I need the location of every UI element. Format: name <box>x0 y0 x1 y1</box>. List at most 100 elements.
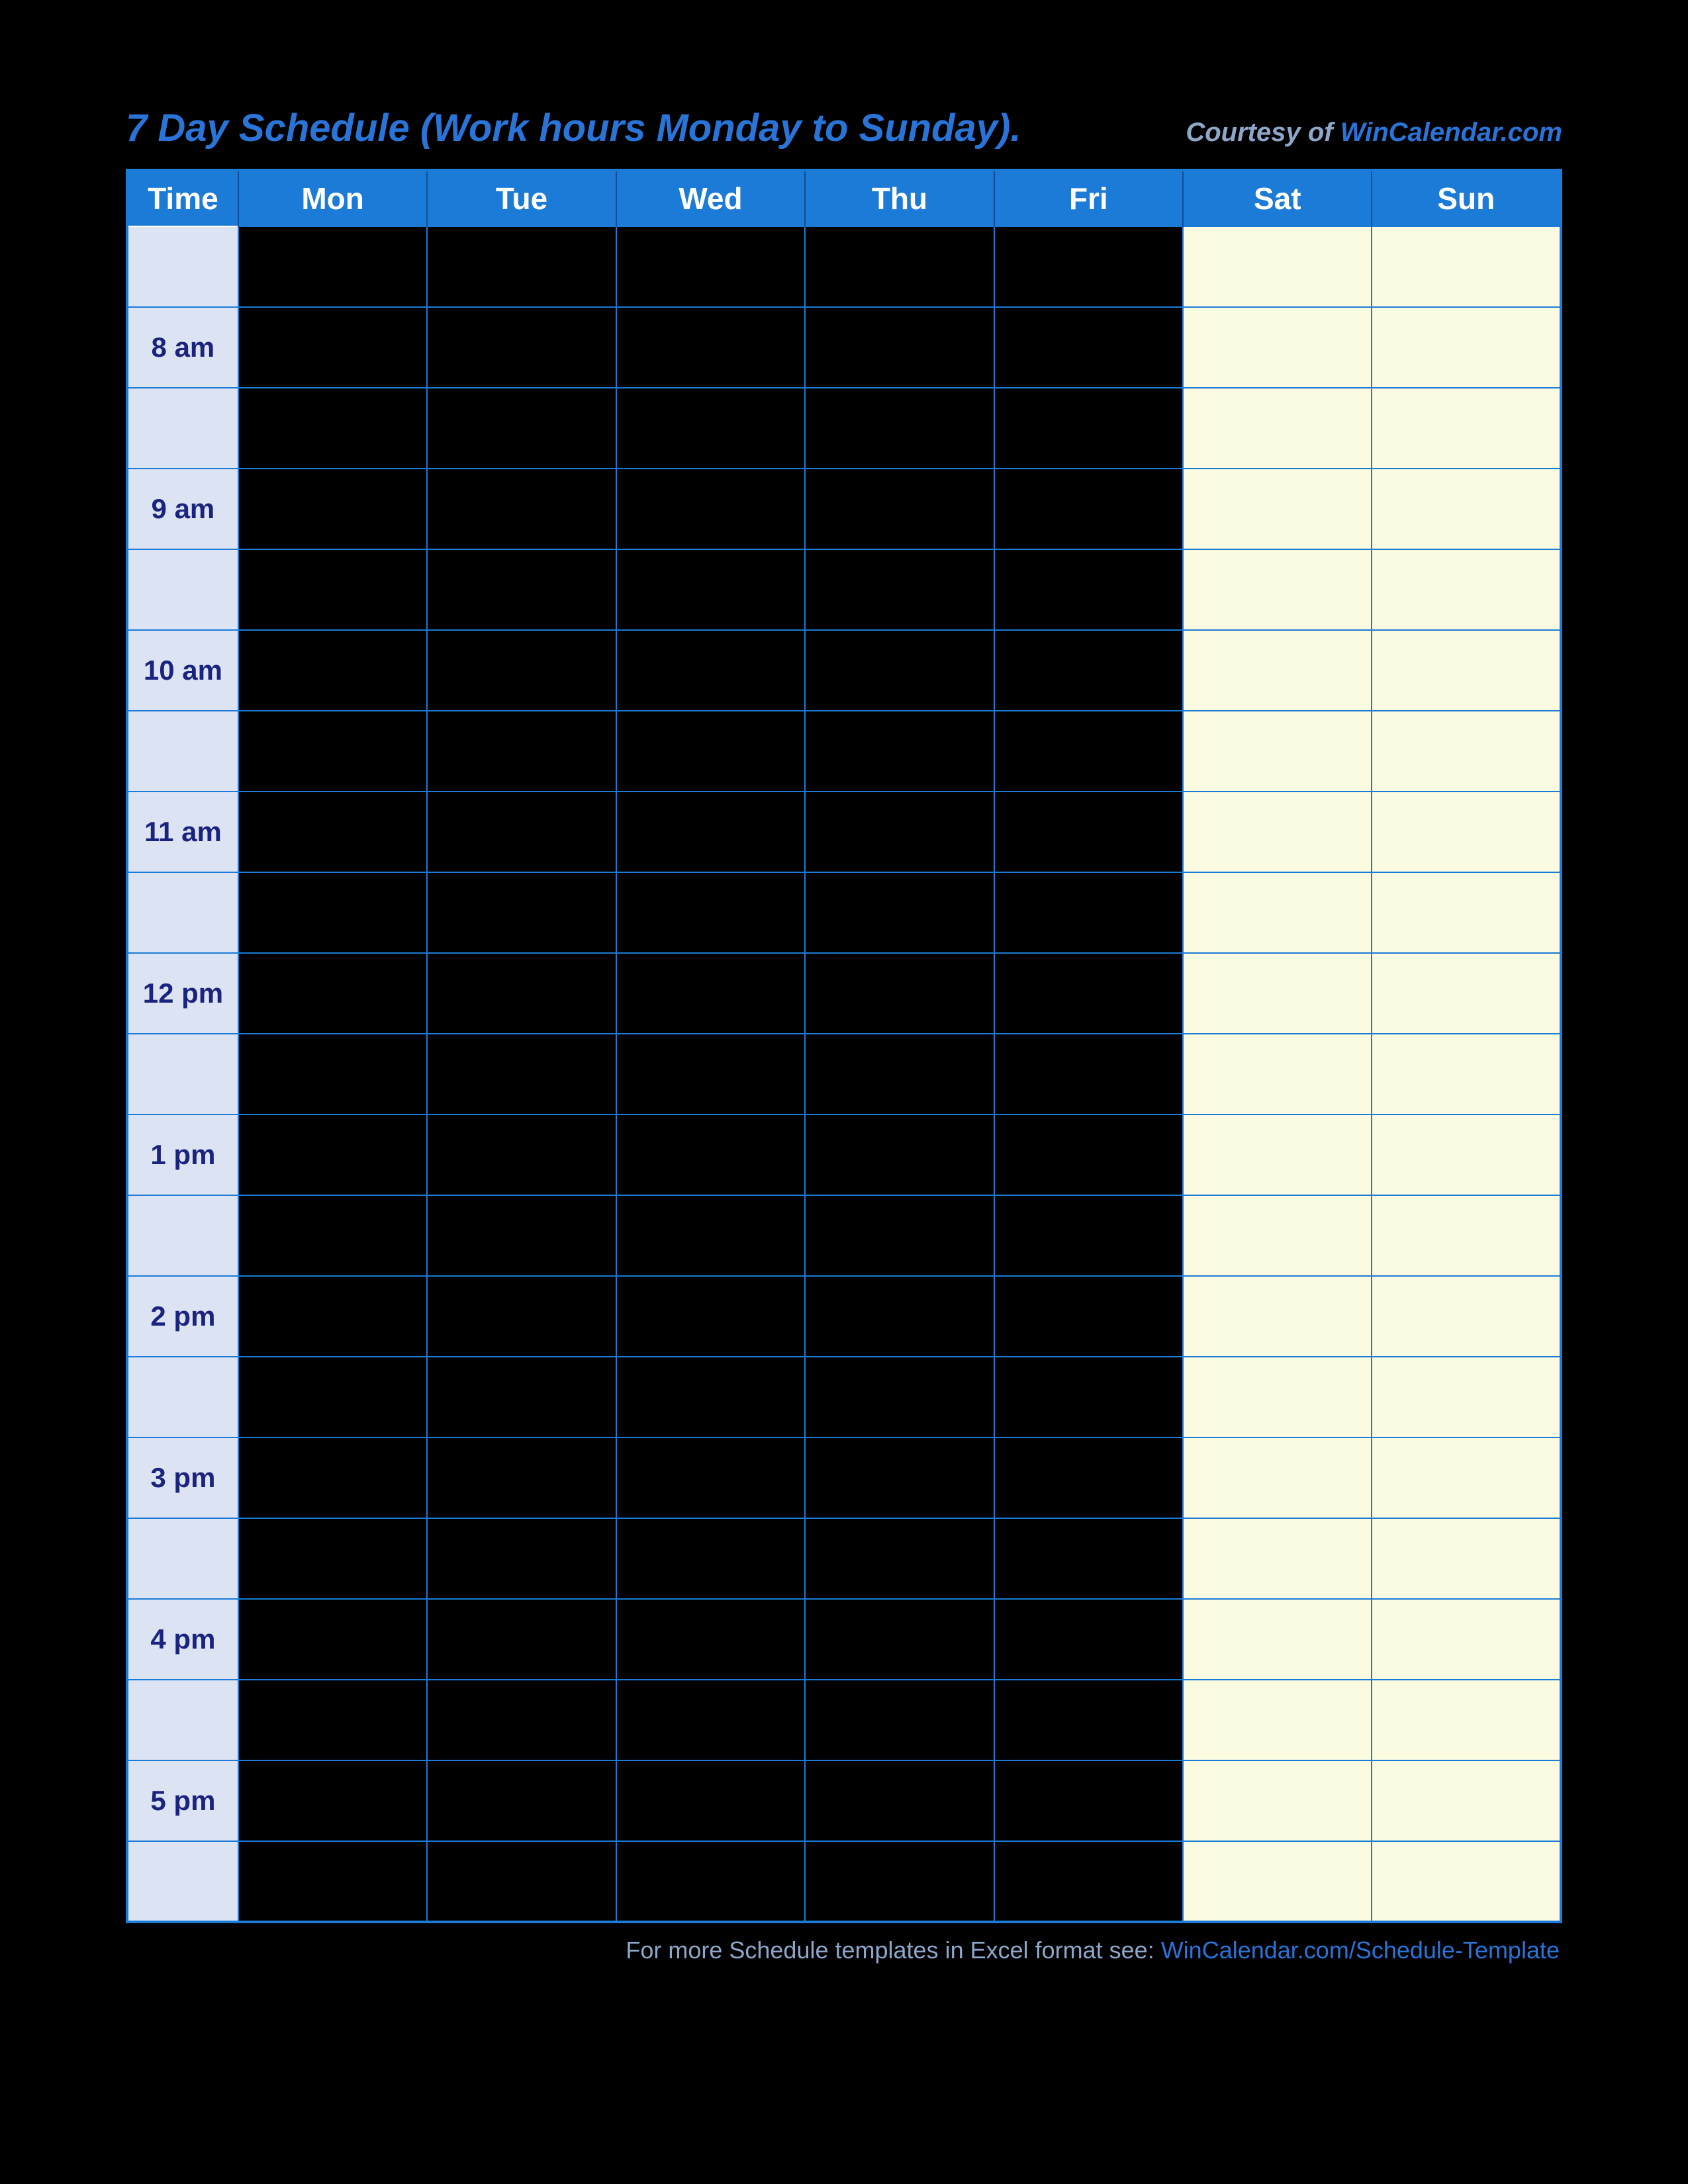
schedule-cell[interactable] <box>1183 1518 1372 1599</box>
schedule-cell[interactable] <box>994 1276 1183 1357</box>
schedule-cell[interactable] <box>994 630 1183 711</box>
schedule-cell[interactable] <box>616 711 805 792</box>
schedule-cell[interactable] <box>994 1437 1183 1518</box>
schedule-cell[interactable] <box>427 469 616 549</box>
schedule-cell[interactable] <box>805 630 994 711</box>
schedule-cell[interactable] <box>805 307 994 388</box>
schedule-cell[interactable] <box>238 792 427 872</box>
schedule-cell[interactable] <box>238 388 427 469</box>
schedule-cell[interactable] <box>238 1841 427 1922</box>
schedule-cell[interactable] <box>427 872 616 953</box>
schedule-cell[interactable] <box>1183 872 1372 953</box>
schedule-cell[interactable] <box>427 388 616 469</box>
schedule-cell[interactable] <box>427 1034 616 1115</box>
schedule-cell[interactable] <box>238 711 427 792</box>
schedule-cell[interactable] <box>1372 1276 1561 1357</box>
schedule-cell[interactable] <box>1183 307 1372 388</box>
schedule-cell[interactable] <box>1372 469 1561 549</box>
schedule-cell[interactable] <box>805 1115 994 1195</box>
schedule-cell[interactable] <box>427 226 616 307</box>
schedule-cell[interactable] <box>1183 469 1372 549</box>
schedule-cell[interactable] <box>994 307 1183 388</box>
schedule-cell[interactable] <box>238 1276 427 1357</box>
schedule-cell[interactable] <box>427 1195 616 1276</box>
schedule-cell[interactable] <box>805 1195 994 1276</box>
schedule-cell[interactable] <box>616 469 805 549</box>
schedule-cell[interactable] <box>238 1760 427 1841</box>
schedule-cell[interactable] <box>994 1760 1183 1841</box>
schedule-cell[interactable] <box>1183 630 1372 711</box>
schedule-cell[interactable] <box>616 1518 805 1599</box>
schedule-cell[interactable] <box>1183 1195 1372 1276</box>
schedule-cell[interactable] <box>1183 1841 1372 1922</box>
schedule-cell[interactable] <box>805 1437 994 1518</box>
schedule-cell[interactable] <box>805 1357 994 1437</box>
schedule-cell[interactable] <box>427 549 616 630</box>
schedule-cell[interactable] <box>994 792 1183 872</box>
schedule-cell[interactable] <box>616 226 805 307</box>
schedule-cell[interactable] <box>427 1518 616 1599</box>
schedule-cell[interactable] <box>994 1115 1183 1195</box>
schedule-cell[interactable] <box>1372 1195 1561 1276</box>
schedule-cell[interactable] <box>1372 872 1561 953</box>
schedule-cell[interactable] <box>238 1034 427 1115</box>
schedule-cell[interactable] <box>994 1680 1183 1760</box>
courtesy-link[interactable]: WinCalendar.com <box>1340 118 1562 147</box>
schedule-cell[interactable] <box>238 469 427 549</box>
schedule-cell[interactable] <box>1372 1760 1561 1841</box>
schedule-cell[interactable] <box>616 388 805 469</box>
schedule-cell[interactable] <box>427 1760 616 1841</box>
schedule-cell[interactable] <box>805 1599 994 1680</box>
schedule-cell[interactable] <box>1183 1680 1372 1760</box>
schedule-cell[interactable] <box>616 1357 805 1437</box>
schedule-cell[interactable] <box>616 792 805 872</box>
schedule-cell[interactable] <box>1372 226 1561 307</box>
schedule-cell[interactable] <box>427 1437 616 1518</box>
schedule-cell[interactable] <box>805 1760 994 1841</box>
schedule-cell[interactable] <box>994 872 1183 953</box>
schedule-cell[interactable] <box>994 226 1183 307</box>
schedule-cell[interactable] <box>994 1195 1183 1276</box>
schedule-cell[interactable] <box>238 953 427 1034</box>
schedule-cell[interactable] <box>427 1357 616 1437</box>
schedule-cell[interactable] <box>994 711 1183 792</box>
footer-link[interactable]: WinCalendar.com/Schedule-Template <box>1161 1936 1560 1964</box>
schedule-cell[interactable] <box>805 792 994 872</box>
schedule-cell[interactable] <box>805 1841 994 1922</box>
schedule-cell[interactable] <box>805 226 994 307</box>
schedule-cell[interactable] <box>1372 711 1561 792</box>
schedule-cell[interactable] <box>427 307 616 388</box>
schedule-cell[interactable] <box>805 953 994 1034</box>
schedule-cell[interactable] <box>427 792 616 872</box>
schedule-cell[interactable] <box>427 1841 616 1922</box>
schedule-cell[interactable] <box>238 1599 427 1680</box>
schedule-cell[interactable] <box>805 1034 994 1115</box>
schedule-cell[interactable] <box>238 226 427 307</box>
schedule-cell[interactable] <box>238 872 427 953</box>
schedule-cell[interactable] <box>805 1680 994 1760</box>
schedule-cell[interactable] <box>1183 953 1372 1034</box>
schedule-cell[interactable] <box>616 1599 805 1680</box>
schedule-cell[interactable] <box>805 469 994 549</box>
schedule-cell[interactable] <box>238 1518 427 1599</box>
schedule-cell[interactable] <box>238 630 427 711</box>
schedule-cell[interactable] <box>427 953 616 1034</box>
schedule-cell[interactable] <box>994 388 1183 469</box>
schedule-cell[interactable] <box>238 1437 427 1518</box>
schedule-cell[interactable] <box>994 1034 1183 1115</box>
schedule-cell[interactable] <box>1372 953 1561 1034</box>
schedule-cell[interactable] <box>1183 711 1372 792</box>
schedule-cell[interactable] <box>616 549 805 630</box>
schedule-cell[interactable] <box>616 307 805 388</box>
schedule-cell[interactable] <box>616 1034 805 1115</box>
schedule-cell[interactable] <box>616 872 805 953</box>
schedule-cell[interactable] <box>1372 1518 1561 1599</box>
schedule-cell[interactable] <box>1183 388 1372 469</box>
schedule-cell[interactable] <box>238 1115 427 1195</box>
schedule-cell[interactable] <box>805 1518 994 1599</box>
schedule-cell[interactable] <box>616 1760 805 1841</box>
schedule-cell[interactable] <box>994 549 1183 630</box>
schedule-cell[interactable] <box>427 1599 616 1680</box>
schedule-cell[interactable] <box>616 1195 805 1276</box>
schedule-cell[interactable] <box>1372 630 1561 711</box>
